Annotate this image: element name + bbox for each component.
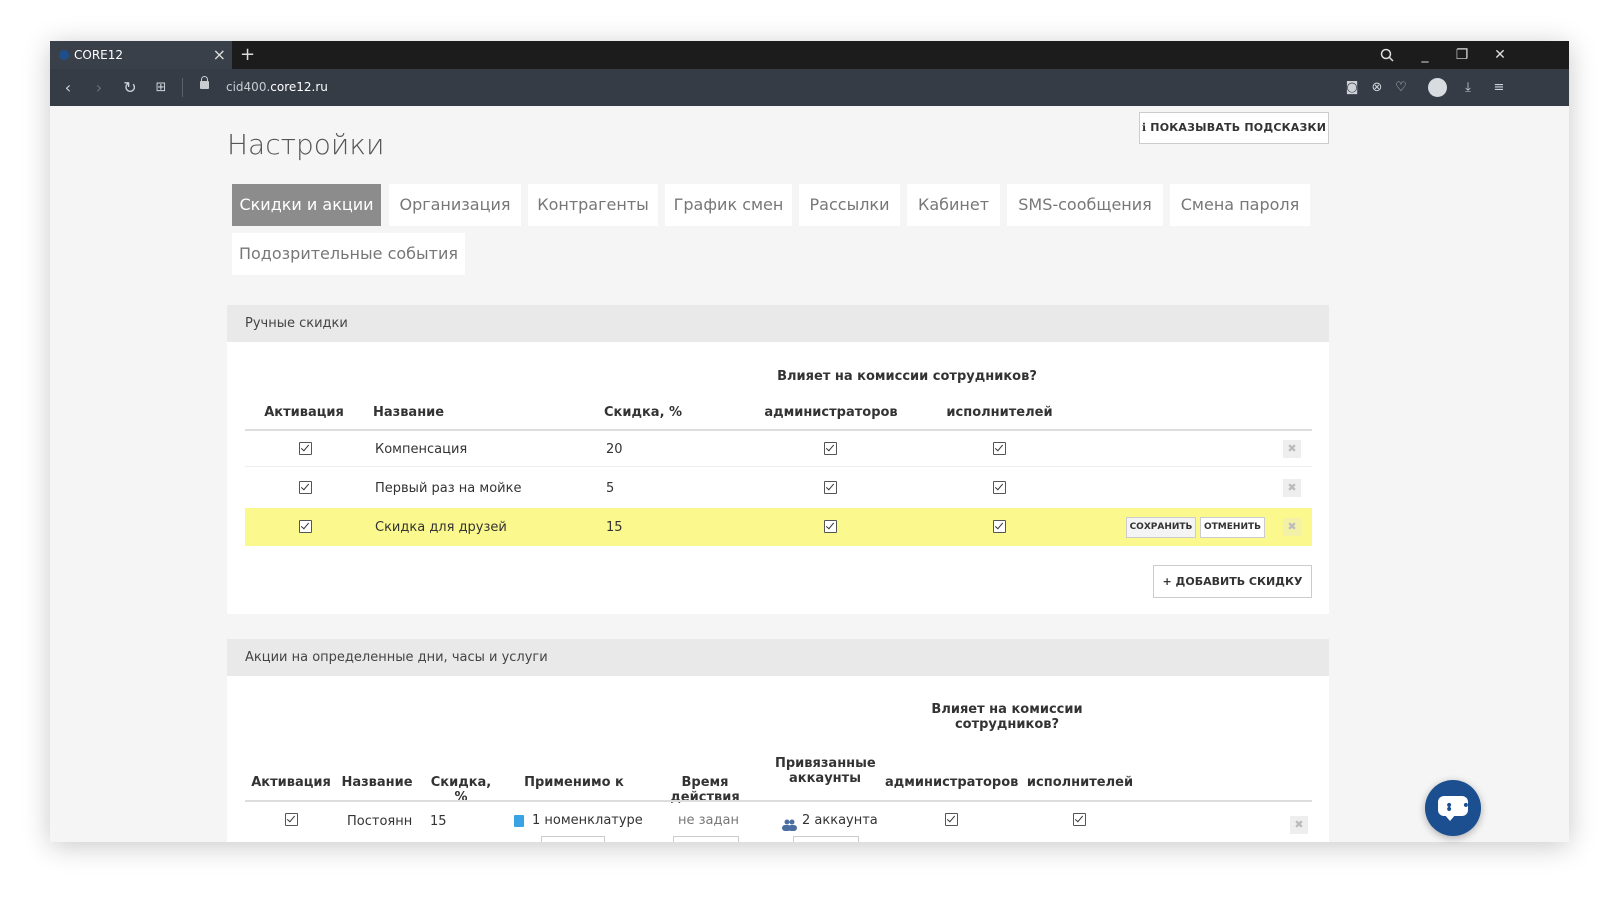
close-window-icon[interactable]: ✕ [1489, 41, 1511, 69]
applies-to-link[interactable]: 1 номенклатуре [532, 813, 643, 828]
chat-button[interactable]: • • • [1425, 780, 1481, 836]
add-discount-button[interactable]: + ДОБАВИТЬ СКИДКУ [1153, 565, 1312, 598]
promo-name[interactable]: Постоянн [347, 814, 412, 829]
discount-name[interactable]: Компенсация [375, 442, 467, 457]
col-name: Название [341, 775, 413, 790]
manual-discounts-header: Ручные скидки [227, 305, 1329, 342]
delete-icon[interactable]: ✖ [1283, 440, 1301, 458]
heart-icon[interactable]: ♡ [1392, 69, 1410, 106]
time-input[interactable] [673, 836, 739, 842]
delete-icon[interactable]: ✖ [1290, 816, 1308, 834]
activation-checkbox[interactable] [285, 813, 298, 826]
tab-close-icon[interactable]: × [213, 41, 226, 69]
admins-checkbox[interactable] [824, 520, 837, 533]
admins-checkbox[interactable] [824, 481, 837, 494]
col-applies-to: Применимо к [524, 775, 624, 790]
cancel-button[interactable]: ОТМЕНИТЬ [1200, 517, 1265, 538]
executors-checkbox[interactable] [993, 481, 1006, 494]
tab-cabinet[interactable]: Кабинет [907, 184, 1000, 226]
browser-tabbar: CORE12 × + _ ❐ ✕ [50, 41, 1569, 69]
commission-group-header: Влияет на комиссии сотрудников? [931, 702, 1083, 732]
applies-to-input[interactable] [541, 836, 605, 842]
promotions-header: Акции на определенные дни, часы и услуги [227, 639, 1329, 676]
admins-checkbox[interactable] [824, 442, 837, 455]
chat-dots: • • • [1445, 798, 1472, 818]
promotions-panel: Влияет на комиссии сотрудников? Активаци… [227, 676, 1329, 842]
profile-avatar[interactable] [1428, 78, 1447, 97]
activation-checkbox[interactable] [299, 481, 312, 494]
col-executors: исполнителей [1026, 775, 1134, 790]
executors-checkbox[interactable] [993, 442, 1006, 455]
grid-icon[interactable]: ⊞ [149, 69, 173, 106]
row-divider [245, 466, 1312, 467]
activation-checkbox[interactable] [299, 442, 312, 455]
minimize-icon[interactable]: _ [1414, 41, 1436, 69]
users-icon [782, 816, 797, 835]
discount-value[interactable]: 5 [606, 481, 614, 496]
executors-checkbox[interactable] [993, 520, 1006, 533]
tab-shift-schedule[interactable]: График смен [665, 184, 792, 226]
col-name: Название [373, 405, 445, 420]
address-bar: ‹ › ↻ ⊞ cid400.core12.ru ◙ ⊗ ♡ ⤓ ≡ [50, 69, 1569, 106]
file-icon [514, 815, 524, 827]
time-value[interactable]: не задан [678, 813, 739, 828]
col-activation: Активация [251, 775, 331, 790]
accounts-input[interactable] [793, 836, 859, 842]
save-button[interactable]: СОХРАНИТЬ [1126, 517, 1196, 538]
url-field[interactable]: cid400.core12.ru [226, 69, 328, 106]
commission-group-header: Влияет на комиссии сотрудников? [777, 369, 1037, 384]
restore-icon[interactable]: ❐ [1451, 41, 1473, 69]
col-activation: Активация [264, 405, 344, 420]
lock-icon [200, 76, 209, 89]
tab-mailings[interactable]: Рассылки [799, 184, 900, 226]
shield-icon[interactable]: ⊗ [1368, 69, 1386, 106]
discount-value[interactable]: 20 [606, 442, 623, 457]
discount-name[interactable]: Первый раз на мойке [375, 481, 521, 496]
toolbar-divider [182, 78, 183, 97]
col-discount: Скидка, % [604, 405, 683, 420]
header-divider [245, 429, 1312, 431]
header-divider [245, 800, 1312, 802]
favicon-icon [59, 50, 69, 60]
executors-checkbox[interactable] [1073, 813, 1086, 826]
discount-name[interactable]: Скидка для друзей [375, 520, 507, 535]
tab-counterparties[interactable]: Контрагенты [528, 184, 658, 226]
col-executors: исполнителей [946, 405, 1053, 420]
col-admins: администраторов [885, 775, 1019, 790]
reload-icon[interactable]: ↻ [118, 69, 142, 106]
tab-change-password[interactable]: Смена пароля [1170, 184, 1310, 226]
delete-icon[interactable]: ✖ [1283, 479, 1301, 497]
col-admins: администраторов [764, 405, 898, 420]
accounts-link[interactable]: 2 аккаунта [802, 813, 878, 828]
manual-discounts-panel: Влияет на комиссии сотрудников? Активаци… [227, 342, 1329, 614]
admins-checkbox[interactable] [945, 813, 958, 826]
promo-discount[interactable]: 15 [430, 814, 447, 829]
tab-title: CORE12 [74, 48, 124, 62]
activation-checkbox[interactable] [299, 520, 312, 533]
download-icon[interactable]: ⤓ [1459, 69, 1477, 106]
new-tab-button[interactable]: + [240, 41, 255, 69]
col-accounts: Привязанные аккаунты [775, 756, 876, 786]
delete-icon[interactable]: ✖ [1283, 518, 1301, 536]
forward-icon[interactable]: › [87, 69, 111, 106]
tab-sms[interactable]: SMS-сообщения [1007, 184, 1163, 226]
browser-tab[interactable]: CORE12 × [50, 41, 232, 69]
menu-icon[interactable]: ≡ [1490, 69, 1508, 106]
tab-discounts[interactable]: Скидки и акции [232, 184, 381, 226]
camera-icon[interactable]: ◙ [1343, 69, 1361, 106]
tab-suspicious-events[interactable]: Подозрительные события [232, 233, 465, 275]
search-icon[interactable] [1376, 41, 1398, 69]
tab-organization[interactable]: Организация [389, 184, 521, 226]
page-content: Настройки ℹ ПОКАЗЫВАТЬ ПОДСКАЗКИ Скидки … [50, 106, 1569, 842]
back-icon[interactable]: ‹ [56, 69, 80, 106]
page-title: Настройки [227, 128, 385, 161]
browser-window: CORE12 × + _ ❐ ✕ ‹ › ↻ ⊞ cid400.core12.r… [50, 41, 1569, 842]
show-hints-button[interactable]: ℹ ПОКАЗЫВАТЬ ПОДСКАЗКИ [1139, 112, 1329, 144]
discount-value[interactable]: 15 [606, 520, 623, 535]
